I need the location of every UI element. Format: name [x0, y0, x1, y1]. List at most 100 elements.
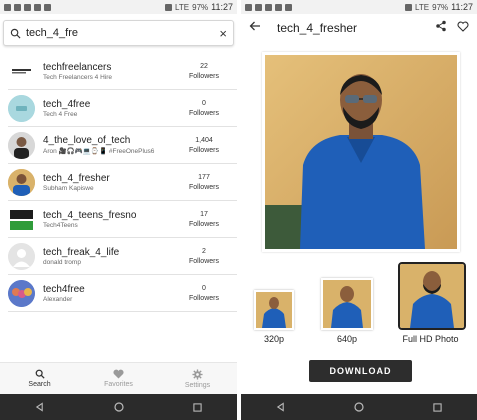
search-screen: LTE 97% 11:27 × techfreelancers Tech F	[0, 0, 237, 420]
nav-label: Favorites	[104, 381, 133, 388]
avatar	[8, 94, 35, 122]
item-fullname: Aron 🎥🎧🎮💻⌚📱 #FreeOnePlus6	[43, 148, 155, 155]
nav-search[interactable]: Search	[0, 363, 79, 394]
notification-icon	[285, 3, 292, 11]
thumbnail-full-hd[interactable]: Full HD Photo	[398, 262, 466, 344]
notification-icons	[4, 3, 51, 11]
gear-icon	[192, 368, 203, 380]
follower-label: Followers	[189, 220, 219, 228]
notification-icon	[44, 3, 51, 11]
page-title: tech_4_fresher	[277, 21, 358, 35]
item-fullname: donald tromp	[43, 258, 81, 266]
item-username: tech4free	[43, 283, 85, 295]
item-username: tech_4_fresher	[43, 172, 110, 184]
avatar	[8, 168, 35, 196]
follower-label: Followers	[189, 294, 219, 302]
search-icon	[35, 369, 45, 379]
item-fullname: Tech4Teens	[43, 221, 78, 229]
system-navigation-bar	[0, 394, 237, 420]
recents-nav-icon[interactable]	[188, 397, 208, 417]
thumbnail-320p[interactable]: 320p	[254, 290, 294, 344]
avatar	[8, 279, 35, 307]
battery-level: 97%	[192, 2, 209, 12]
notification-icon	[14, 3, 21, 11]
back-nav-icon[interactable]	[270, 397, 290, 417]
follower-label: Followers	[189, 72, 219, 80]
item-username: tech_4_teens_fresno	[43, 209, 137, 221]
battery-level: 97%	[432, 2, 449, 12]
notification-icon	[4, 3, 11, 11]
wifi-icon	[405, 3, 413, 11]
status-bar: LTE 97% 11:27	[241, 0, 477, 14]
notification-icon	[255, 3, 262, 11]
back-button[interactable]	[249, 19, 261, 37]
share-button[interactable]	[435, 19, 447, 37]
item-username: tech_4free	[43, 98, 91, 110]
home-nav-icon[interactable]	[109, 397, 129, 417]
notification-icon	[245, 3, 252, 11]
follower-count: 0	[202, 99, 206, 107]
back-nav-icon[interactable]	[30, 397, 50, 417]
list-item[interactable]: techfreelancers Tech Freelancers 4 Hire …	[8, 53, 237, 90]
nav-settings[interactable]: Settings	[158, 363, 237, 394]
list-item[interactable]: 4_the_love_of_tech Aron 🎥🎧🎮💻⌚📱 #FreeOneP…	[8, 127, 237, 164]
thumbnail-640p[interactable]: 640p	[321, 278, 373, 344]
list-item[interactable]: tech_4free Tech 4 Free 0 Followers	[8, 90, 237, 127]
thumbnail-label: 320p	[263, 334, 285, 344]
wifi-icon	[165, 3, 173, 11]
notification-icon	[24, 3, 31, 11]
nav-label: Settings	[184, 381, 211, 389]
item-username: 4_the_love_of_tech	[43, 135, 131, 146]
heart-icon	[113, 369, 124, 379]
nav-label: Search	[28, 381, 51, 388]
follower-count: 17	[200, 210, 208, 218]
follower-label: Followers	[189, 109, 219, 117]
item-fullname: Alexander	[43, 295, 73, 303]
notification-icon	[34, 3, 41, 11]
item-fullname: Subham Kapiswe	[43, 184, 94, 192]
profile-photo-image	[265, 55, 457, 249]
avatar	[8, 57, 35, 85]
list-item[interactable]: tech_freak_4_life donald tromp 2 Followe…	[8, 238, 237, 275]
notification-icons	[245, 3, 292, 11]
search-icon	[10, 28, 21, 38]
nav-favorites[interactable]: Favorites	[79, 363, 158, 394]
arrow-left-icon	[249, 21, 260, 31]
recents-nav-icon[interactable]	[428, 397, 448, 417]
notification-icon	[265, 3, 272, 11]
follower-count: 0	[202, 284, 206, 292]
system-navigation-bar	[241, 394, 477, 420]
search-bar: ×	[3, 20, 234, 46]
download-button[interactable]: DOWNLOAD	[309, 360, 412, 382]
follower-count: 2	[202, 247, 206, 255]
item-username: techfreelancers	[43, 61, 112, 73]
favorite-button[interactable]	[457, 19, 469, 37]
app-bar: tech_4_fresher	[241, 14, 477, 42]
heart-outline-icon	[457, 21, 469, 32]
follower-label: Followers	[189, 257, 219, 265]
resolution-options: 320p 640p Full HD Photo	[241, 262, 477, 347]
profile-photo-screen: LTE 97% 11:27 tech_4_fresher 320p 640p F…	[241, 0, 477, 420]
follower-count: 177	[198, 173, 210, 181]
search-input[interactable]	[26, 27, 196, 39]
home-nav-icon[interactable]	[349, 397, 369, 417]
share-icon	[436, 20, 446, 32]
follower-label: Followers	[189, 146, 219, 154]
item-fullname: Tech Freelancers 4 Hire	[43, 73, 112, 81]
clock: 11:27	[451, 2, 473, 12]
thumbnail-label: Full HD Photo	[402, 334, 459, 344]
follower-count: 22	[200, 62, 208, 70]
thumbnail-label: 640p	[336, 334, 358, 344]
clear-search-button[interactable]: ×	[219, 27, 227, 40]
avatar	[8, 242, 35, 270]
bottom-navigation: Search Favorites Settings	[0, 362, 237, 394]
list-item[interactable]: tech_4_fresher Subham Kapiswe 177 Follow…	[8, 164, 237, 201]
item-fullname: Tech 4 Free	[43, 110, 78, 118]
avatar	[8, 131, 35, 159]
results-list: techfreelancers Tech Freelancers 4 Hire …	[0, 53, 237, 312]
follower-count: 1,404	[195, 136, 213, 144]
list-item[interactable]: tech4free Alexander 0 Followers	[8, 275, 237, 312]
follower-label: Followers	[189, 183, 219, 191]
network-type: LTE	[415, 2, 430, 12]
list-item[interactable]: tech_4_teens_fresno Tech4Teens 17 Follow…	[8, 201, 237, 238]
